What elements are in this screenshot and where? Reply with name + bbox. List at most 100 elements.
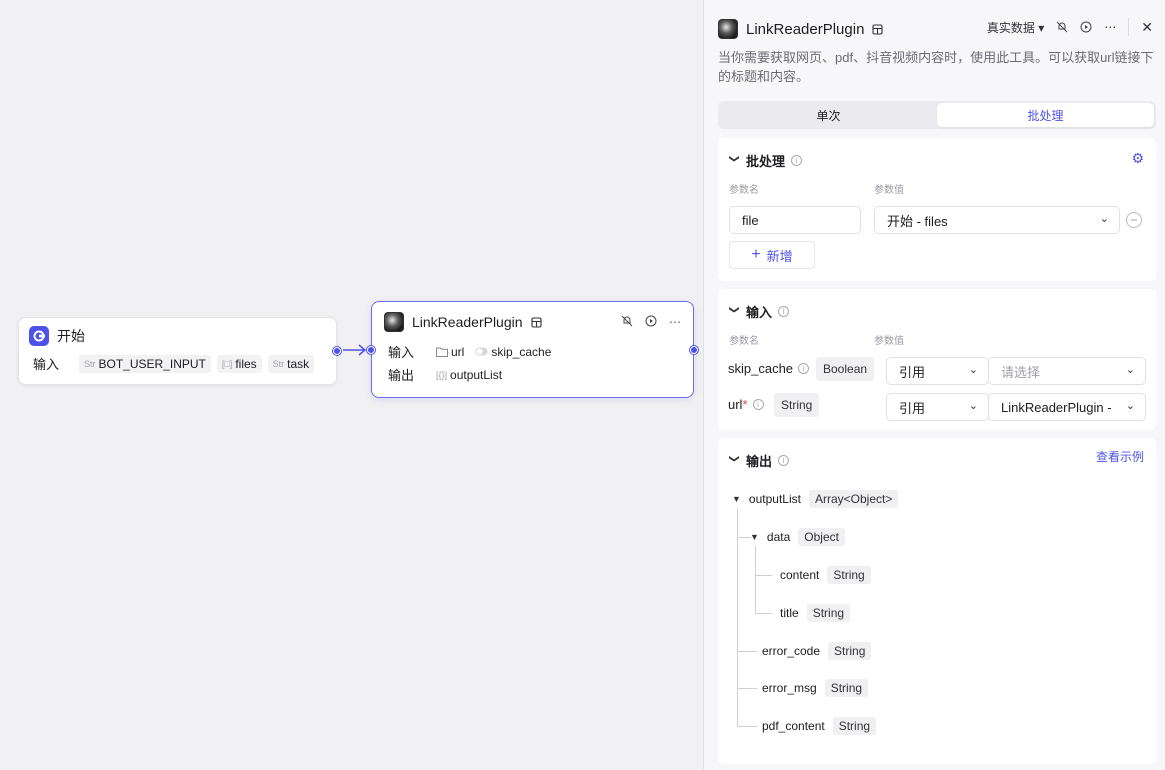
tab-single[interactable]: 单次 — [720, 103, 937, 127]
tab-batch[interactable]: 批处理 — [937, 103, 1154, 127]
tree-item-content: content String — [780, 566, 871, 584]
tree-item-error-msg: error_msg String — [762, 679, 869, 697]
panel-header-actions: 真实数据 ▾ ⋯ ✕ — [987, 18, 1153, 36]
tree-item-error-code: error_code String — [762, 642, 872, 660]
type-tag: String — [824, 679, 869, 697]
more-icon[interactable]: ⋯ — [669, 315, 681, 329]
required-marker: * — [742, 397, 748, 412]
info-icon[interactable]: i — [778, 455, 790, 466]
toggle-icon — [475, 347, 488, 356]
chevron-down-icon: ❯ — [728, 154, 740, 163]
plugin-store-icon — [530, 316, 542, 328]
mode-tabs: 单次 批处理 — [718, 101, 1156, 129]
add-param-button[interactable]: + 新增 — [729, 241, 815, 269]
plugin-node-actions: ⋯ — [621, 315, 681, 329]
column-label-value: 参数值 — [874, 336, 904, 347]
start-input-tag: [□] files — [216, 354, 262, 373]
param-value-select[interactable]: 请选择 ⌄ — [988, 357, 1146, 385]
start-node-title: 开始 — [57, 328, 85, 344]
divider — [1128, 18, 1130, 36]
workflow-canvas[interactable]: 开始 输入 Str BOT_USER_INPUT [□] files Str task… — [0, 0, 703, 770]
plugin-node[interactable]: LinkReaderPlugin ⋯ 输入 url skip_cache 输出 … — [367, 301, 698, 398]
plugin-node-output-label: 输出 — [388, 368, 415, 383]
bell-off-icon[interactable] — [621, 315, 633, 327]
output-section: ❯ 输出 i 查看示例 ▼ outputList Array<Object> ▼… — [718, 438, 1156, 764]
info-icon[interactable]: i — [752, 399, 764, 410]
chevron-down-icon: ❯ — [728, 305, 740, 314]
more-icon[interactable]: ⋯ — [1104, 20, 1116, 34]
file-array-icon: [□] — [221, 358, 233, 369]
param-name-url: url* i — [728, 397, 764, 412]
plugin-output-tag: [{}] outputList — [436, 365, 508, 384]
info-icon[interactable]: i — [798, 363, 810, 374]
tree-line — [755, 546, 756, 614]
tree-item-data[interactable]: ▼ data Object — [750, 528, 845, 546]
start-node[interactable]: 开始 输入 Str BOT_USER_INPUT [□] files Str task — [18, 317, 341, 385]
panel-title: LinkReaderPlugin — [746, 20, 865, 38]
type-tag: String — [827, 566, 871, 584]
tree-line — [755, 575, 772, 576]
tree-line — [737, 726, 757, 727]
plugin-logo-icon — [718, 19, 738, 39]
panel-header: LinkReaderPlugin 真实数据 ▾ ⋯ ✕ — [718, 18, 1153, 40]
type-tag: String — [774, 393, 820, 417]
batch-param-name-input[interactable]: file — [729, 206, 861, 234]
batch-section-header[interactable]: ❯ 批处理 i — [728, 151, 803, 170]
string-type-icon: Str — [84, 358, 96, 369]
type-tag: String — [806, 604, 851, 622]
plus-icon: + — [751, 246, 761, 263]
param-mode-select[interactable]: 引用 ⌄ — [886, 357, 989, 385]
type-tag: String — [828, 642, 872, 660]
type-tag: Array<Object> — [808, 490, 899, 508]
plugin-node-input-port[interactable] — [367, 346, 375, 354]
batch-param-value-select[interactable]: 开始 - files ⌄ — [874, 206, 1120, 234]
close-icon[interactable]: ✕ — [1141, 19, 1153, 36]
tree-line — [737, 651, 757, 652]
info-icon[interactable]: i — [778, 306, 790, 317]
tree-line — [737, 688, 757, 689]
caret-down-icon: ▾ — [1038, 20, 1045, 35]
plugin-input-tag: url — [436, 342, 470, 361]
folder-icon — [436, 347, 448, 357]
connection-edge[interactable] — [337, 341, 371, 361]
gear-icon[interactable]: ⚙ — [1131, 150, 1144, 167]
column-label-name: 参数名 — [729, 336, 759, 347]
plugin-node-output-port[interactable] — [690, 346, 698, 354]
plugin-store-icon — [872, 23, 883, 35]
output-section-header[interactable]: ❯ 输出 i — [728, 451, 790, 470]
tree-item-outputlist[interactable]: ▼ outputList Array<Object> — [732, 490, 899, 508]
start-icon — [29, 326, 49, 346]
tree-line — [755, 613, 772, 614]
chevron-down-icon: ⌄ — [1099, 213, 1109, 225]
chevron-down-icon: ⌄ — [1125, 364, 1135, 376]
tree-line — [737, 537, 751, 538]
batch-section: ❯ 批处理 i ⚙ 参数名 参数值 file 开始 - files ⌄ − + … — [718, 138, 1156, 281]
data-mode-select[interactable]: 真实数据 ▾ — [987, 19, 1044, 36]
plugin-logo-icon — [384, 312, 404, 332]
tree-item-title: title String — [780, 604, 851, 622]
input-section: ❯ 输入 i 参数名 参数值 skip_cache i Boolean 引用 ⌄… — [718, 289, 1156, 430]
run-icon[interactable] — [645, 315, 657, 327]
param-mode-select[interactable]: 引用 ⌄ — [886, 393, 989, 421]
start-node-input-row: 输入 Str BOT_USER_INPUT [□] files Str task — [33, 354, 315, 373]
string-type-icon: Str — [272, 358, 285, 369]
bell-off-icon[interactable] — [1056, 21, 1068, 33]
run-icon[interactable] — [1080, 21, 1092, 33]
param-value-select[interactable]: LinkReaderPlugin - ⌄ — [988, 393, 1146, 421]
triangle-down-icon[interactable]: ▼ — [732, 494, 741, 504]
triangle-down-icon[interactable]: ▼ — [750, 532, 759, 542]
input-section-header[interactable]: ❯ 输入 i — [728, 302, 790, 321]
plugin-node-input-row: 输入 url skip_cache — [388, 342, 557, 361]
plugin-description: 当你需要获取网页、pdf、抖音视频内容时，使用此工具。可以获取url链接下的标题… — [718, 50, 1154, 84]
remove-param-icon[interactable]: − — [1126, 212, 1142, 228]
param-name-skip-cache: skip_cache i — [728, 361, 810, 376]
view-example-link[interactable]: 查看示例 — [1096, 448, 1144, 465]
plugin-input-tag: skip_cache — [475, 342, 557, 361]
info-icon[interactable]: i — [791, 155, 803, 166]
tree-line — [737, 508, 738, 726]
tree-item-pdf-content: pdf_content String — [762, 717, 877, 735]
plugin-node-input-label: 输入 — [388, 345, 415, 360]
plugin-node-header: LinkReaderPlugin — [384, 312, 542, 332]
plugin-node-output-row: 输出 [{}] outputList — [388, 365, 508, 384]
column-label-name: 参数名 — [729, 185, 759, 196]
